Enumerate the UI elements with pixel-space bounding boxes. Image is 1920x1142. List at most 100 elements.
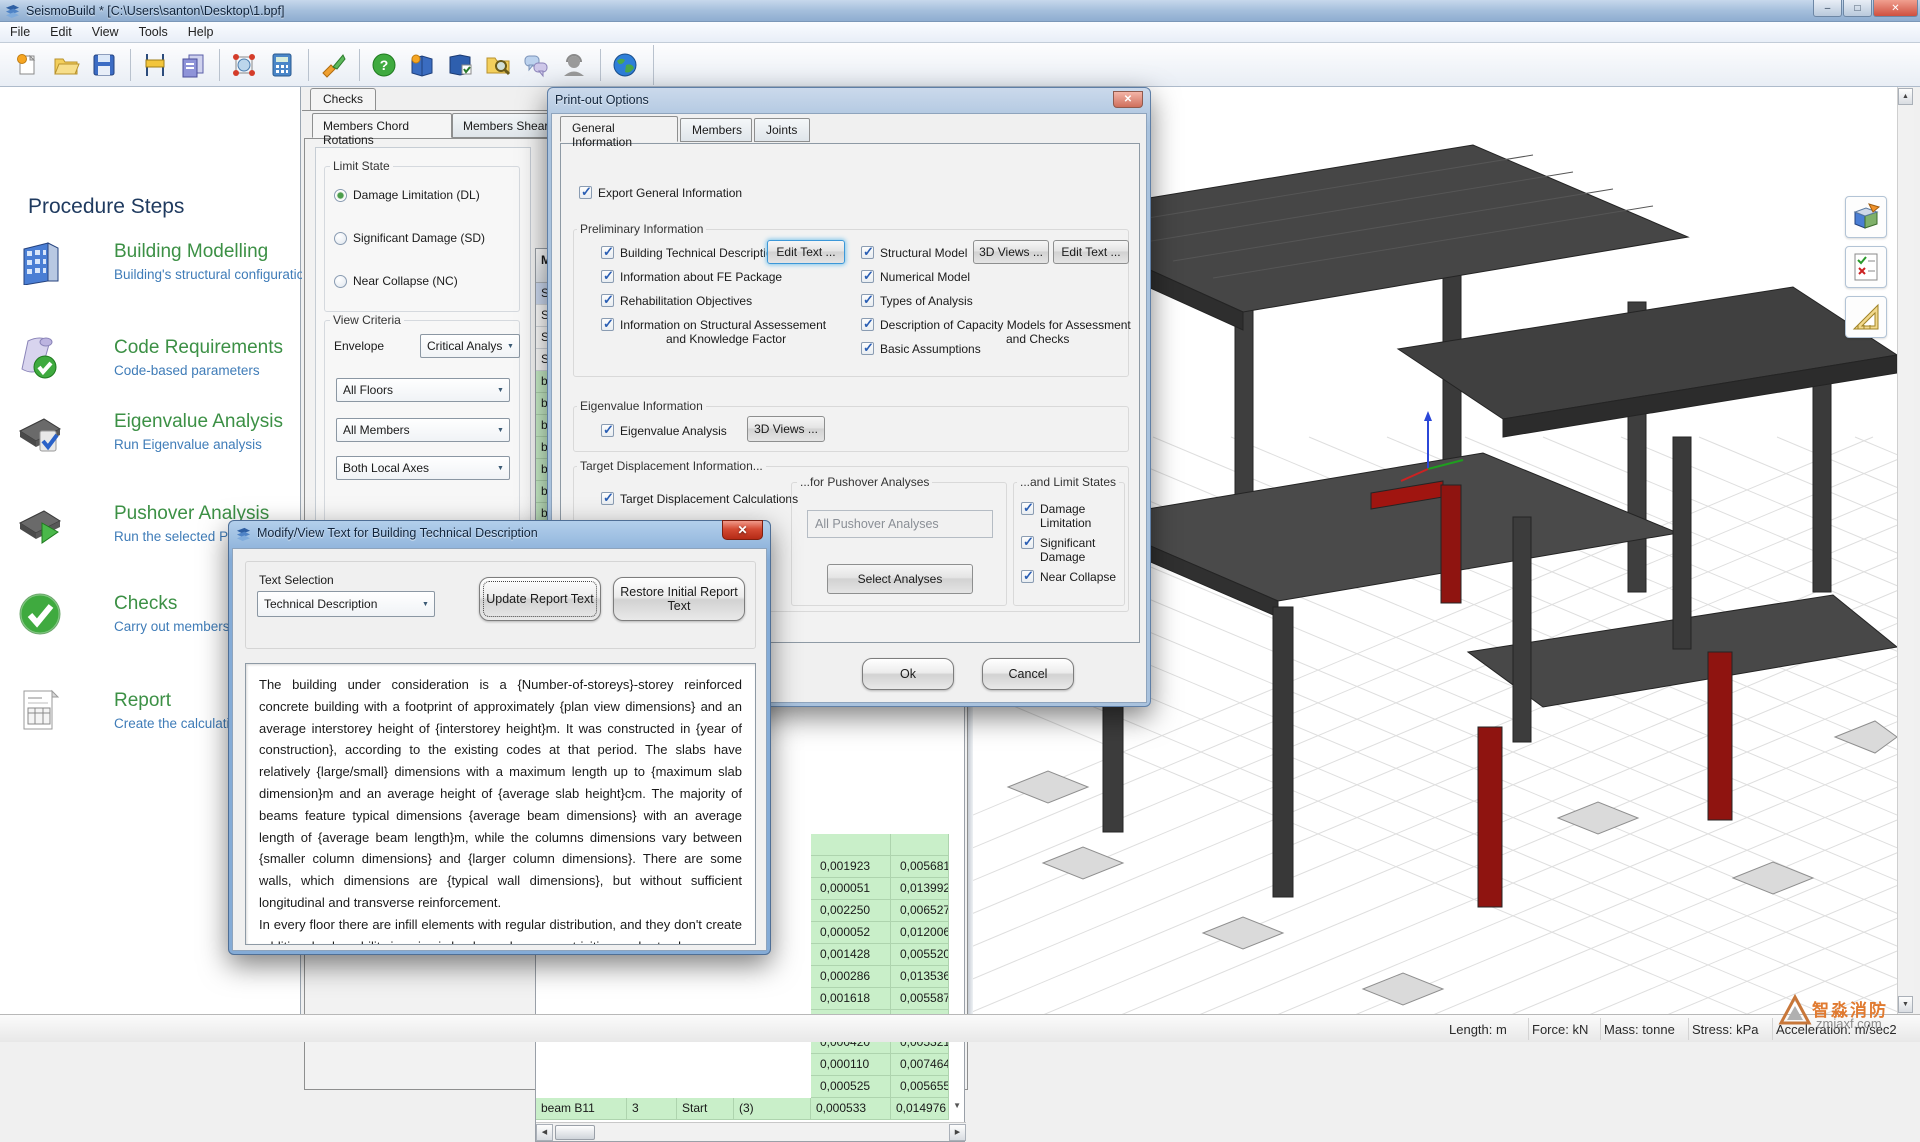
restore-initial-report-text-button[interactable]: Restore Initial Report Text [613, 577, 745, 621]
target-displacement-checkbox[interactable]: Target Displacement Calculations [601, 492, 798, 506]
pushover-analyses-field[interactable]: All Pushover Analyses [807, 510, 993, 538]
checked-checkbox-icon [1021, 536, 1034, 549]
website-button[interactable] [607, 47, 643, 83]
near-collapse-checkbox[interactable]: Near Collapse [1021, 570, 1116, 584]
scroll-down-arrow[interactable]: ▼ [953, 1101, 961, 1110]
3d-view-scrollbar[interactable]: ▲ ▼ [1897, 87, 1914, 1014]
close-button[interactable]: ✕ [1873, 0, 1918, 17]
significant-damage-checkbox[interactable]: Significant Damage [1021, 536, 1139, 564]
numerical-model-checkbox[interactable]: Numerical Model [861, 270, 970, 284]
export-general-checkbox[interactable]: Export General Information [579, 186, 742, 200]
members-combobox[interactable]: All Members ▼ [336, 418, 510, 442]
tab-checks[interactable]: Checks [310, 88, 376, 110]
table-row[interactable] [811, 834, 949, 856]
select-analyses-button[interactable]: Select Analyses [827, 564, 973, 594]
edit-text-button[interactable]: Edit Text ... [767, 240, 845, 264]
radio-icon [334, 275, 347, 288]
fe-package-checkbox[interactable]: Information about FE Package [601, 270, 782, 284]
checked-checkbox-icon [601, 294, 614, 307]
axes-combobox[interactable]: Both Local Axes ▼ [336, 456, 510, 480]
menu-file[interactable]: File [0, 23, 40, 41]
checks-legend-button[interactable] [1845, 246, 1887, 288]
search-folder-button[interactable] [480, 47, 516, 83]
table-cell: 0,005655 [891, 1076, 949, 1098]
close-icon[interactable]: ✕ [722, 520, 763, 540]
menu-edit[interactable]: Edit [40, 23, 82, 41]
support-headset-icon [560, 51, 588, 79]
open-file-button[interactable] [48, 47, 84, 83]
table-row[interactable]: 0,0001100,007464 [811, 1054, 949, 1076]
scroll-up-button[interactable]: ▲ [1898, 88, 1913, 105]
radio-near-collapse[interactable]: Near Collapse (NC) [334, 274, 458, 288]
orientation-tool-button[interactable] [1845, 196, 1887, 238]
eigenvalue-3d-views-button[interactable]: 3D Views ... [747, 416, 825, 442]
tab-joints[interactable]: Joints [754, 118, 810, 142]
damage-limitation-checkbox[interactable]: Damage Limitation [1021, 502, 1139, 530]
new-file-button[interactable] [10, 47, 46, 83]
frame-icon [141, 51, 169, 79]
table-row[interactable]: 0,0022500,006527 [811, 900, 949, 922]
3d-model-button[interactable] [226, 47, 262, 83]
refresh-view-button[interactable] [315, 47, 351, 83]
eigenvalue-label: Eigenvalue Information [577, 399, 706, 413]
table-row[interactable]: 0,0019230,005681 [811, 856, 949, 878]
sidebar-item-eigenvalue-analysis[interactable]: Eigenvalue Analysis Run Eigenvalue analy… [14, 409, 294, 481]
eigenvalue-analysis-checkbox[interactable]: Eigenvalue Analysis [601, 424, 727, 438]
types-of-analysis-checkbox[interactable]: Types of Analysis [861, 294, 973, 308]
scrollbar-thumb[interactable] [555, 1125, 595, 1140]
close-icon[interactable]: ✕ [1113, 91, 1143, 108]
check-circle-icon [18, 591, 62, 637]
frame-sections-button[interactable] [137, 47, 173, 83]
app-icon [5, 3, 20, 18]
update-report-text-button[interactable]: Update Report Text [479, 577, 601, 621]
menu-tools[interactable]: Tools [129, 23, 178, 41]
structural-assessment-checkbox[interactable]: Information on Structural Assessement [601, 318, 826, 332]
table-row[interactable]: 0,0000520,012006 [811, 922, 949, 944]
ok-button[interactable]: Ok [862, 658, 954, 690]
support-button[interactable] [556, 47, 592, 83]
feedback-button[interactable] [518, 47, 554, 83]
calculator-button[interactable] [264, 47, 300, 83]
new-file-icon [14, 51, 42, 79]
building-modeller-button[interactable] [175, 47, 211, 83]
table-row[interactable]: 0,0014280,005520 [811, 944, 949, 966]
tab-members[interactable]: Members [680, 118, 752, 142]
rehabilitation-objectives-checkbox[interactable]: Rehabilitation Objectives [601, 294, 752, 308]
tutorial-button[interactable] [404, 47, 440, 83]
structural-edit-text-button[interactable]: Edit Text ... [1053, 240, 1129, 264]
help-button[interactable]: ? [366, 47, 402, 83]
basic-assumptions-checkbox[interactable]: Basic Assumptions [861, 342, 981, 356]
radio-damage-limitation[interactable]: Damage Limitation (DL) [334, 188, 480, 202]
sidebar-item-code-requirements[interactable]: Code Requirements Code-based parameters [14, 335, 294, 407]
scroll-left-button[interactable]: ◀ [536, 1124, 553, 1141]
table-row[interactable]: 0,0016180,005587 [811, 988, 949, 1010]
capacity-models-checkbox[interactable]: Description of Capacity Models for Asses… [861, 318, 1131, 332]
technical-description-textarea[interactable]: The building under consideration is a {N… [245, 663, 756, 945]
menu-view[interactable]: View [82, 23, 129, 41]
table-row[interactable]: 0,0005250,005655 [811, 1076, 949, 1098]
horizontal-scrollbar[interactable]: ◀ ▶ [536, 1122, 966, 1141]
radio-significant-damage[interactable]: Significant Damage (SD) [334, 231, 485, 245]
save-button[interactable] [86, 47, 122, 83]
book-star-icon [408, 51, 436, 79]
building-technical-description-checkbox[interactable]: Building Technical Description [601, 246, 779, 260]
floors-combobox[interactable]: All Floors ▼ [336, 378, 510, 402]
sidebar-item-building-modelling[interactable]: Building Modelling Building's structural… [14, 239, 294, 311]
structural-model-checkbox[interactable]: Structural Model [861, 246, 967, 260]
analysis-combobox[interactable]: Critical Analysis ▼ [420, 334, 520, 358]
measure-tool-button[interactable] [1845, 296, 1887, 338]
scroll-right-button[interactable]: ▶ [949, 1124, 966, 1141]
cancel-button[interactable]: Cancel [982, 658, 1074, 690]
verification-button[interactable] [442, 47, 478, 83]
maximize-button[interactable]: □ [1843, 0, 1872, 17]
structural-3d-views-button[interactable]: 3D Views ... [973, 240, 1049, 264]
text-selection-combobox[interactable]: Technical Description ▼ [257, 591, 435, 617]
tab-general-information[interactable]: General Information [560, 116, 678, 142]
minimize-button[interactable]: – [1813, 0, 1842, 17]
envelope-field[interactable]: Envelope [330, 334, 418, 358]
table-row[interactable]: 0,0000510,013992 [811, 878, 949, 900]
tab-members-chord-rotations[interactable]: Members Chord Rotations [312, 113, 452, 138]
table-row[interactable]: beam B11 3 Start (3) 0,000533 0,014976 [536, 1098, 949, 1120]
table-row[interactable]: 0,0002860,013536 [811, 966, 949, 988]
menu-help[interactable]: Help [178, 23, 224, 41]
